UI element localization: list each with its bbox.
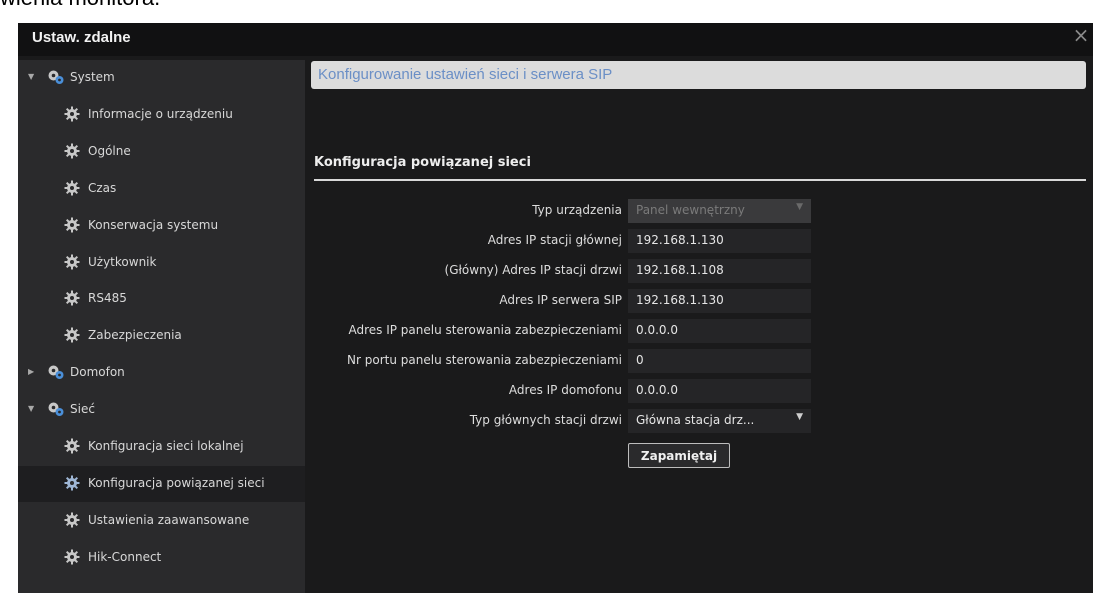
save-button[interactable]: Zapamiętaj <box>628 443 730 468</box>
select-field[interactable]: Główna stacja drz... ▼ <box>628 409 811 433</box>
sidebar-item-label: Domofon <box>70 365 125 380</box>
sidebar-item[interactable]: Zabezpieczenia <box>18 318 305 354</box>
text-field[interactable]: 192.168.1.130 <box>628 229 811 253</box>
select-field: Panel wewnętrzny ▼ <box>628 199 811 223</box>
form-row: Adres IP stacji głównej 192.168.1.130 <box>305 229 1093 253</box>
sidebar-item-label: Informacje o urządzeniu <box>88 106 233 121</box>
dropdown-arrow-icon[interactable]: ▼ <box>796 412 803 422</box>
sidebar-item-label: Czas <box>88 180 117 195</box>
text-field[interactable]: 0 <box>628 349 811 373</box>
sidebar-item[interactable]: Ustawienia zaawansowane <box>18 503 305 539</box>
field-value: 192.168.1.130 <box>636 293 724 307</box>
gear-icon <box>64 106 80 122</box>
sidebar-tree: ▼ System Informacje o urządzeniu Ogólne Czas… <box>18 60 305 593</box>
field-label: Adres IP domofonu <box>508 383 622 397</box>
gear-group-icon <box>47 401 64 417</box>
sidebar-item[interactable]: Ogólne <box>18 134 305 170</box>
section-divider <box>314 179 1086 181</box>
dropdown-arrow-icon: ▼ <box>796 202 803 212</box>
sidebar-item[interactable]: ▼ Sieć <box>18 392 305 428</box>
field-label: Nr portu panelu sterowania zabezpieczeni… <box>347 353 622 367</box>
field-value: Główna stacja drz... <box>636 413 755 427</box>
field-value: 192.168.1.108 <box>636 263 724 277</box>
form-row: Adres IP panelu sterowania zabezpieczeni… <box>305 319 1093 343</box>
field-value: 192.168.1.130 <box>636 233 724 247</box>
remote-settings-window: Ustaw. zdalne × ▼ System Informacje o urzą… <box>18 23 1093 593</box>
gear-icon <box>64 143 80 159</box>
field-label: (Główny) Adres IP stacji drzwi <box>444 263 622 277</box>
sidebar-item-label: Użytkownik <box>88 254 157 269</box>
close-icon[interactable]: × <box>1071 25 1091 45</box>
gear-icon <box>64 217 80 233</box>
gear-group-icon <box>47 364 64 380</box>
sidebar-item-label: System <box>70 70 115 84</box>
field-value: 0.0.0.0 <box>636 323 678 337</box>
caret-down-icon[interactable]: ▼ <box>28 404 34 413</box>
sidebar-item-label: Sieć <box>70 402 95 417</box>
text-field[interactable]: 0.0.0.0 <box>628 319 811 343</box>
field-label: Adres IP panelu sterowania zabezpieczeni… <box>348 323 622 337</box>
gear-icon <box>64 512 80 528</box>
sidebar-item-label: Konserwacja systemu <box>88 217 219 232</box>
main-panel: Konfigurowanie ustawień sieci i serwera … <box>305 56 1093 593</box>
gear-icon <box>64 438 80 454</box>
sidebar-item[interactable]: Użytkownik <box>18 245 305 281</box>
document-caption: wienia monitora. <box>0 0 160 10</box>
field-label: Adres IP stacji głównej <box>487 233 622 247</box>
form-row: Typ głównych stacji drzwi Główna stacja d… <box>305 409 1093 433</box>
sidebar-item[interactable]: Czas <box>18 171 305 207</box>
gear-icon <box>64 327 80 343</box>
page-header: Konfigurowanie ustawień sieci i serwera … <box>311 61 1086 89</box>
sidebar-item-label: RS485 <box>88 291 127 306</box>
window-title: Ustaw. zdalne <box>32 29 131 46</box>
field-label: Typ głównych stacji drzwi <box>469 413 622 427</box>
gear-icon <box>64 180 80 196</box>
field-value: 0 <box>636 353 644 367</box>
field-value: 0.0.0.0 <box>636 383 678 397</box>
sidebar-item-label: Konfiguracja powiązanej sieci <box>88 475 265 490</box>
gear-icon <box>64 549 80 565</box>
form-row: Adres IP serwera SIP 192.168.1.130 <box>305 289 1093 313</box>
caret-right-icon[interactable]: ▶ <box>28 367 34 376</box>
sidebar-item-label: Ustawienia zaawansowane <box>88 512 250 527</box>
sidebar-item[interactable]: Konserwacja systemu <box>18 208 305 244</box>
page-title: Konfigurowanie ustawień sieci i serwera … <box>318 66 613 83</box>
text-field[interactable]: 192.168.1.130 <box>628 289 811 313</box>
gear-icon <box>64 290 80 306</box>
field-label: Typ urządzenia <box>532 203 622 217</box>
sidebar-item[interactable]: ▶ Domofon <box>18 355 305 391</box>
form-row: Typ urządzenia Panel wewnętrzny ▼ <box>305 199 1093 223</box>
gear-icon <box>64 254 80 270</box>
text-field[interactable]: 0.0.0.0 <box>628 379 811 403</box>
title-bar: Ustaw. zdalne × <box>18 23 1093 56</box>
sidebar-item[interactable]: Informacje o urządzeniu <box>18 97 305 133</box>
sidebar-item-label: Konfiguracja sieci lokalnej <box>88 439 244 453</box>
sidebar-item-label: Zabezpieczenia <box>88 328 182 343</box>
sidebar-item[interactable]: Konfiguracja powiązanej sieci <box>18 465 305 502</box>
form-row: Adres IP domofonu 0.0.0.0 <box>305 379 1093 403</box>
sidebar-item[interactable]: ▼ System <box>18 60 305 96</box>
form-row: (Główny) Adres IP stacji drzwi 192.168.1.… <box>305 259 1093 283</box>
sidebar-item[interactable]: RS485 <box>18 281 305 317</box>
caret-down-icon[interactable]: ▼ <box>28 72 34 81</box>
gear-group-icon <box>47 69 64 85</box>
sidebar-item[interactable]: Hik-Connect <box>18 540 305 576</box>
field-label: Adres IP serwera SIP <box>499 293 622 307</box>
gear-icon <box>64 475 80 491</box>
section-title: Konfiguracja powiązanej sieci <box>314 155 531 170</box>
sidebar-item-label: Ogólne <box>88 143 131 158</box>
sidebar-item[interactable]: Konfiguracja sieci lokalnej <box>18 429 305 465</box>
text-field[interactable]: 192.168.1.108 <box>628 259 811 283</box>
form-row: Nr portu panelu sterowania zabezpieczeni… <box>305 349 1093 373</box>
sidebar-item-label: Hik-Connect <box>88 549 162 564</box>
field-value: Panel wewnętrzny <box>636 203 745 217</box>
